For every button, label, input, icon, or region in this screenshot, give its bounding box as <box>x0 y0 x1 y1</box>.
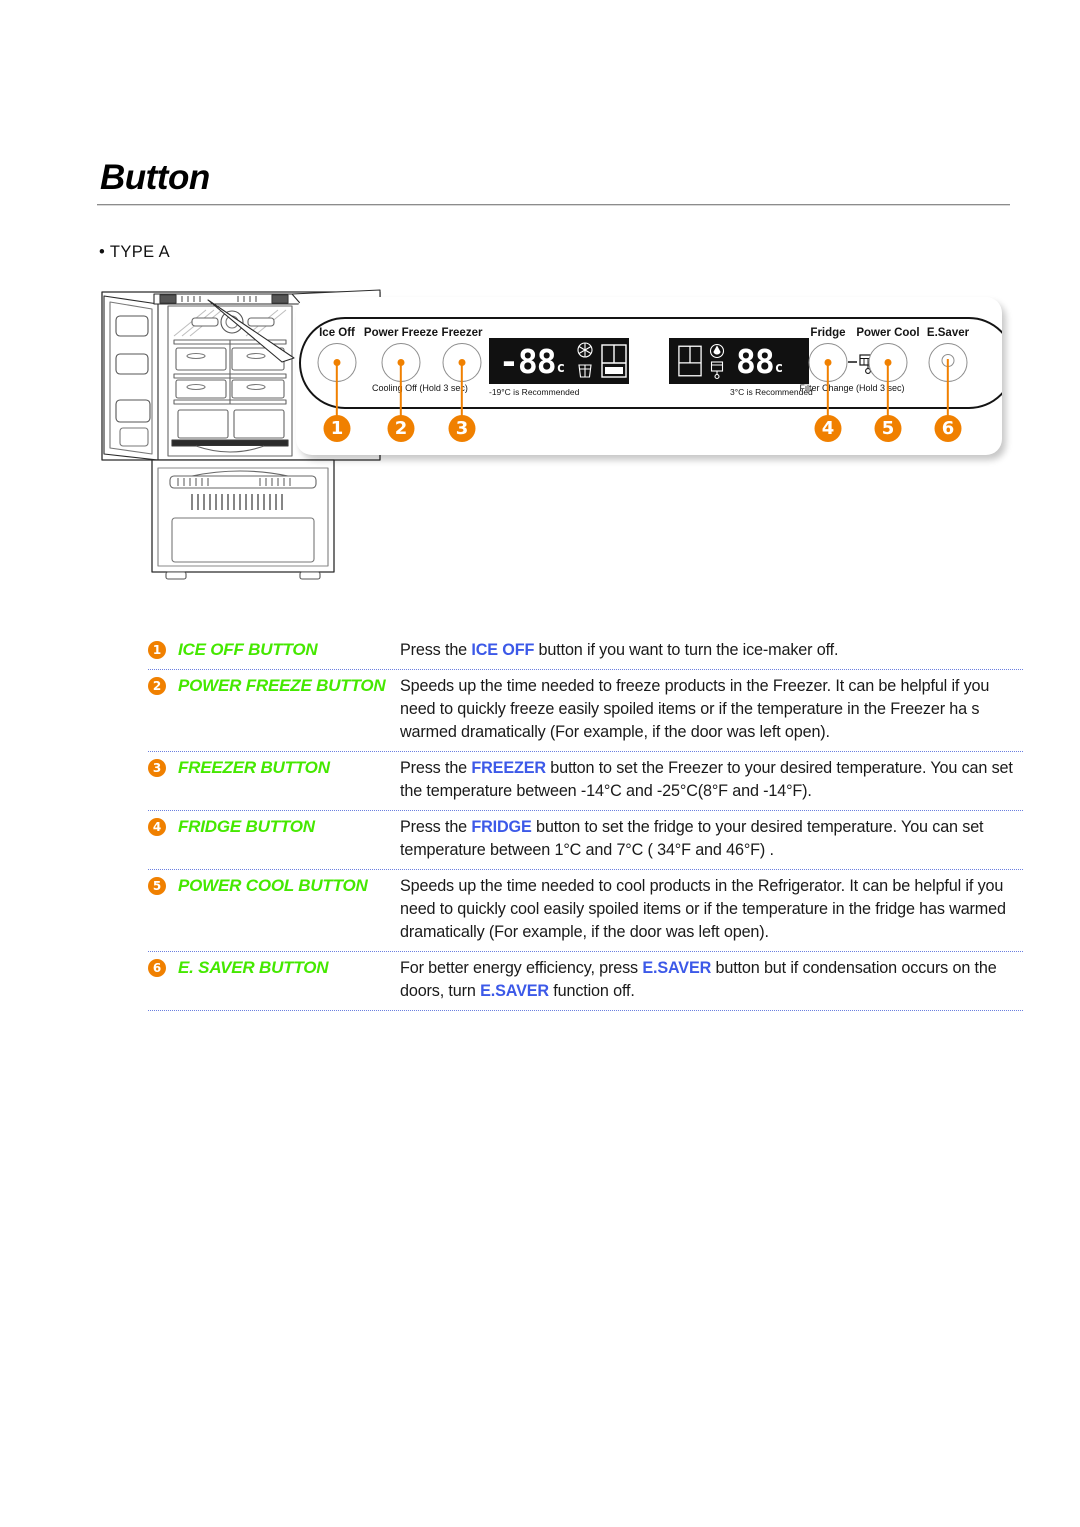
row-number-bullet: 5 <box>148 877 166 895</box>
callout-number-1: 1 <box>323 415 351 442</box>
e-saver-label: E.Saver <box>926 327 970 339</box>
title-divider <box>97 204 1010 206</box>
keyword-highlight: E.SAVER <box>642 959 712 977</box>
ice-off-label: Ice Off <box>319 327 355 339</box>
callout-number-5: 5 <box>874 415 902 442</box>
table-row: 1 ICE OFF BUTTON Press the ICE OFF button … <box>148 634 1023 670</box>
page-title: Button <box>100 158 210 197</box>
leader-line-1 <box>335 363 339 417</box>
fridge-temp-value: 88 <box>736 341 775 381</box>
row-number-bullet: 1 <box>148 641 166 659</box>
button-description-table: 1 ICE OFF BUTTON Press the ICE OFF button … <box>148 634 1023 1011</box>
row-number-bullet: 2 <box>148 677 166 695</box>
keyword-highlight: E.SAVER <box>480 982 549 1000</box>
row-description: Speeds up the time needed to cool produc… <box>400 875 1023 944</box>
freezer-temp-value: -88 <box>499 341 557 381</box>
description-text: function off. <box>548 982 635 1000</box>
row-description: Speeds up the time needed to freeze prod… <box>400 675 1023 744</box>
row-number-bullet: 6 <box>148 959 166 977</box>
callout-number-3: 3 <box>448 415 476 442</box>
callout-number-6: 6 <box>934 415 962 442</box>
table-row: 4 FRIDGE BUTTON Press the FRIDGE button to… <box>148 811 1023 870</box>
leader-line-5 <box>886 363 890 417</box>
power-cool-label: Power Cool <box>856 327 920 339</box>
table-row: 2 POWER FREEZE BUTTON Speeds up the time n… <box>148 670 1023 752</box>
row-number-cell: 4 <box>148 816 178 836</box>
row-description: Press the ICE OFF button if you want to … <box>400 639 1023 662</box>
row-description: Press the FRIDGE button to set the fridg… <box>400 816 1023 862</box>
water-filter-icon <box>709 343 725 380</box>
freezer-recommend-caption: -19°C is Recommended <box>489 387 580 397</box>
leader-line-4 <box>826 363 830 417</box>
callout-number-2: 2 <box>387 415 415 442</box>
table-row: 6 E. SAVER BUTTON For better energy effici… <box>148 952 1023 1011</box>
control-panel-callout: Ice Off Power Freeze Cooling Off (Hold 3… <box>296 297 1002 455</box>
description-text: button if you want to turn the ice-maker… <box>534 641 839 659</box>
door-diagram-icon <box>601 344 627 378</box>
row-button-name: POWER COOL BUTTON <box>178 876 368 895</box>
keyword-highlight: ICE OFF <box>471 641 535 659</box>
description-text: Press the <box>400 641 472 659</box>
row-number-cell: 5 <box>148 875 178 895</box>
row-button-name: FREEZER BUTTON <box>178 758 330 777</box>
leader-line-2 <box>399 363 403 417</box>
row-description: For better energy efficiency, press E.SA… <box>400 957 1023 1003</box>
row-number-bullet: 3 <box>148 759 166 777</box>
row-description: Press the FREEZER button to set the Free… <box>400 757 1023 803</box>
description-text: Speeds up the time needed to freeze prod… <box>400 677 990 741</box>
row-number-cell: 6 <box>148 957 178 977</box>
keyword-highlight: FRIDGE <box>471 818 532 836</box>
freezer-display: -88 c <box>489 338 629 384</box>
callout-number-4: 4 <box>814 415 842 442</box>
fridge-temp-unit: c <box>774 360 784 376</box>
table-row: 3 FREEZER BUTTON Press the FREEZER button … <box>148 752 1023 811</box>
description-text: Speeds up the time needed to cool produc… <box>400 877 1006 941</box>
table-row: 5 POWER COOL BUTTON Speeds up the time nee… <box>148 870 1023 952</box>
description-text: Press the <box>400 759 472 777</box>
power-freeze-label: Power Freeze <box>363 327 439 339</box>
snowflake-icon <box>577 342 593 378</box>
row-number-bullet: 4 <box>148 818 166 836</box>
leader-line-3 <box>460 363 464 417</box>
keyword-highlight: FREEZER <box>471 759 546 777</box>
door-diagram-icon-2 <box>678 345 702 377</box>
row-button-name: E. SAVER BUTTON <box>178 958 329 977</box>
freezer-temp-unit: c <box>556 360 566 376</box>
freezer-label: Freezer <box>441 327 483 339</box>
fridge-label: Fridge <box>810 327 846 339</box>
row-number-cell: 2 <box>148 675 178 695</box>
row-number-cell: 1 <box>148 639 178 659</box>
description-text: For better energy efficiency, press <box>400 959 643 977</box>
type-label: • TYPE A <box>99 243 171 261</box>
row-number-cell: 3 <box>148 757 178 777</box>
description-text: Press the <box>400 818 472 836</box>
leader-line-6 <box>946 359 950 417</box>
cooling-off-caption: Cooling Off (Hold 3 sec) <box>372 383 468 393</box>
fridge-display: 88 c <box>669 338 809 384</box>
row-button-name: POWER FREEZE BUTTON <box>178 676 386 695</box>
row-button-name: ICE OFF BUTTON <box>178 640 318 659</box>
row-button-name: FRIDGE BUTTON <box>178 817 315 836</box>
